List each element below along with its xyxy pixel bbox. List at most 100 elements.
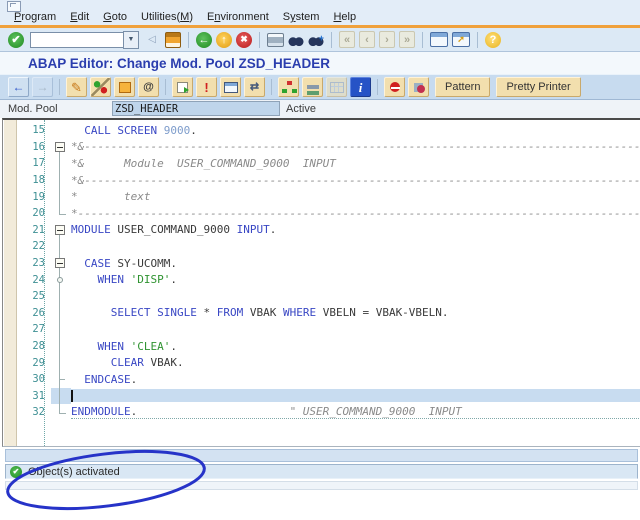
code-text[interactable]: WHEN 'CLEA'.	[71, 340, 640, 353]
line-number: 26	[19, 307, 51, 319]
exit-icon[interactable]: ↑	[216, 32, 232, 48]
fold-marker-line	[51, 155, 71, 172]
back-button[interactable]: ←	[8, 77, 29, 97]
code-line-32[interactable]: 32ENDMODULE. " USER_COMMAND_9000 INPUT	[3, 404, 640, 421]
application-toolbar: ←→ ✎ @! ⇄ i Pattern Pretty Printer	[0, 74, 640, 100]
object-name-input[interactable]	[112, 101, 280, 116]
toolbar-separator	[165, 79, 166, 95]
code-line-25[interactable]: 25	[3, 288, 640, 305]
next-page-icon[interactable]: ›	[379, 31, 395, 48]
code-line-31[interactable]: 31	[3, 388, 640, 405]
code-line-23[interactable]: 23 CASE SY-UCOMM.	[3, 255, 640, 272]
find-next-icon[interactable]: +	[308, 33, 324, 47]
copy-icon[interactable]	[114, 77, 135, 97]
menu-item-edit[interactable]: Edit	[70, 11, 89, 23]
code-text[interactable]	[71, 389, 640, 402]
code-text[interactable]: ENDMODULE. " USER_COMMAND_9000 INPUT	[71, 405, 640, 419]
pretty-printer-button[interactable]: Pretty Printer	[496, 77, 580, 97]
code-text[interactable]: *---------------------------------------…	[71, 207, 640, 220]
table-icon[interactable]	[326, 77, 347, 97]
back-icon[interactable]: ←	[196, 32, 212, 48]
code-text[interactable]: ENDCASE.	[71, 373, 640, 386]
code-line-26[interactable]: 26 SELECT SINGLE * FROM VBAK WHERE VBELN…	[3, 305, 640, 322]
fold-marker-box-start[interactable]	[51, 139, 71, 156]
where-used-icon[interactable]: @	[138, 77, 159, 97]
code-line-27[interactable]: 27	[3, 321, 640, 338]
code-line-18[interactable]: 18*&------------------------------------…	[3, 172, 640, 189]
documentation-icon[interactable]: i	[350, 77, 371, 97]
line-number: 29	[19, 357, 51, 369]
command-input[interactable]	[30, 32, 123, 48]
text-cursor	[71, 390, 73, 402]
save-icon[interactable]	[165, 32, 181, 48]
line-number: 22	[19, 240, 51, 252]
code-line-22[interactable]: 22	[3, 238, 640, 255]
menu-item-help[interactable]: Help	[333, 11, 356, 23]
standard-toolbar: ✔ ▼◁ ←↑✖ + «‹›» ➚?	[0, 28, 640, 52]
code-line-28[interactable]: 28 WHEN 'CLEA'.	[3, 338, 640, 355]
toolbar-separator	[188, 32, 189, 48]
code-line-20[interactable]: 20*-------------------------------------…	[3, 205, 640, 222]
activate-icon[interactable]	[90, 77, 111, 97]
line-number: 30	[19, 373, 51, 385]
code-text[interactable]: CALL SCREEN 9000.	[71, 124, 640, 137]
code-text[interactable]: CLEAR VBAK.	[71, 356, 640, 369]
new-session-icon[interactable]	[430, 32, 448, 47]
cancel-icon[interactable]: ✖	[236, 32, 252, 48]
code-text[interactable]: * text	[71, 190, 640, 203]
code-line-16[interactable]: 16*&------------------------------------…	[3, 139, 640, 156]
code-text[interactable]: MODULE USER_COMMAND_9000 INPUT.	[71, 223, 640, 236]
code-text[interactable]: *&--------------------------------------…	[71, 140, 640, 153]
code-text[interactable]: WHEN 'DISP'.	[71, 273, 640, 286]
find-icon[interactable]	[288, 33, 304, 47]
syntax-check-icon[interactable]: !	[196, 77, 217, 97]
menu-item-utilitiesm[interactable]: Utilities(M)	[141, 11, 193, 23]
menu-item-environment[interactable]: Environment	[207, 11, 269, 23]
assign-icon[interactable]	[408, 77, 429, 97]
object-status-label: Active	[286, 103, 316, 115]
navigation-icon[interactable]: ⇄	[244, 77, 265, 97]
fold-marker-box-mid[interactable]	[51, 255, 71, 272]
code-text[interactable]: *&--------------------------------------…	[71, 174, 640, 187]
first-page-icon[interactable]: «	[339, 31, 355, 48]
toolbar-separator	[377, 79, 378, 95]
command-history-dropdown-icon[interactable]: ▼	[123, 31, 139, 49]
title-row: ABAP Editor: Change Mod. Pool ZSD_HEADER	[0, 52, 640, 74]
create-shortcut-icon[interactable]: ➚	[452, 32, 470, 47]
print-icon[interactable]	[267, 33, 284, 47]
forward-button[interactable]: →	[32, 77, 53, 97]
code-editor[interactable]: 15 CALL SCREEN 9000.16*&----------------…	[2, 118, 640, 447]
last-page-icon[interactable]: »	[399, 31, 415, 48]
display-change-icon[interactable]: ✎	[66, 77, 87, 97]
code-text[interactable]: SELECT SINGLE * FROM VBAK WHERE VBELN = …	[71, 306, 640, 319]
fold-marker-box-start[interactable]	[51, 222, 71, 239]
fold-marker-line	[51, 305, 71, 322]
code-line-15[interactable]: 15 CALL SCREEN 9000.	[3, 122, 640, 139]
screen-painter-icon[interactable]	[220, 77, 241, 97]
menu-item-goto[interactable]: Goto	[103, 11, 127, 23]
object-list-icon[interactable]	[278, 77, 299, 97]
code-text[interactable]: *& Module USER_COMMAND_9000 INPUT	[71, 157, 640, 170]
code-line-17[interactable]: 17*& Module USER_COMMAND_9000 INPUT	[3, 155, 640, 172]
menu-item-program[interactable]: Program	[14, 11, 56, 23]
code-line-30[interactable]: 30 ENDCASE.	[3, 371, 640, 388]
enter-icon[interactable]: ✔	[8, 32, 24, 48]
code-line-24[interactable]: 24 WHEN 'DISP'.	[3, 271, 640, 288]
previous-page-icon[interactable]: ‹	[359, 31, 375, 48]
help-icon[interactable]: ?	[485, 32, 501, 48]
code-line-29[interactable]: 29 CLEAR VBAK.	[3, 354, 640, 371]
fold-marker-circle	[51, 271, 71, 288]
worklist-icon[interactable]	[302, 77, 323, 97]
toolbar-separator	[331, 32, 332, 48]
code-text[interactable]: CASE SY-UCOMM.	[71, 257, 640, 270]
code-line-19[interactable]: 19* text	[3, 188, 640, 205]
pattern-button[interactable]: Pattern	[435, 77, 490, 97]
enhancement-icon[interactable]	[384, 77, 405, 97]
code-line-21[interactable]: 21MODULE USER_COMMAND_9000 INPUT.	[3, 222, 640, 239]
collapse-icon[interactable]: ◁	[143, 31, 161, 48]
customize-layout-icon[interactable]	[505, 31, 523, 48]
test-icon[interactable]	[172, 77, 193, 97]
line-number: 27	[19, 323, 51, 335]
menu-item-system[interactable]: System	[283, 11, 320, 23]
line-number: 25	[19, 290, 51, 302]
